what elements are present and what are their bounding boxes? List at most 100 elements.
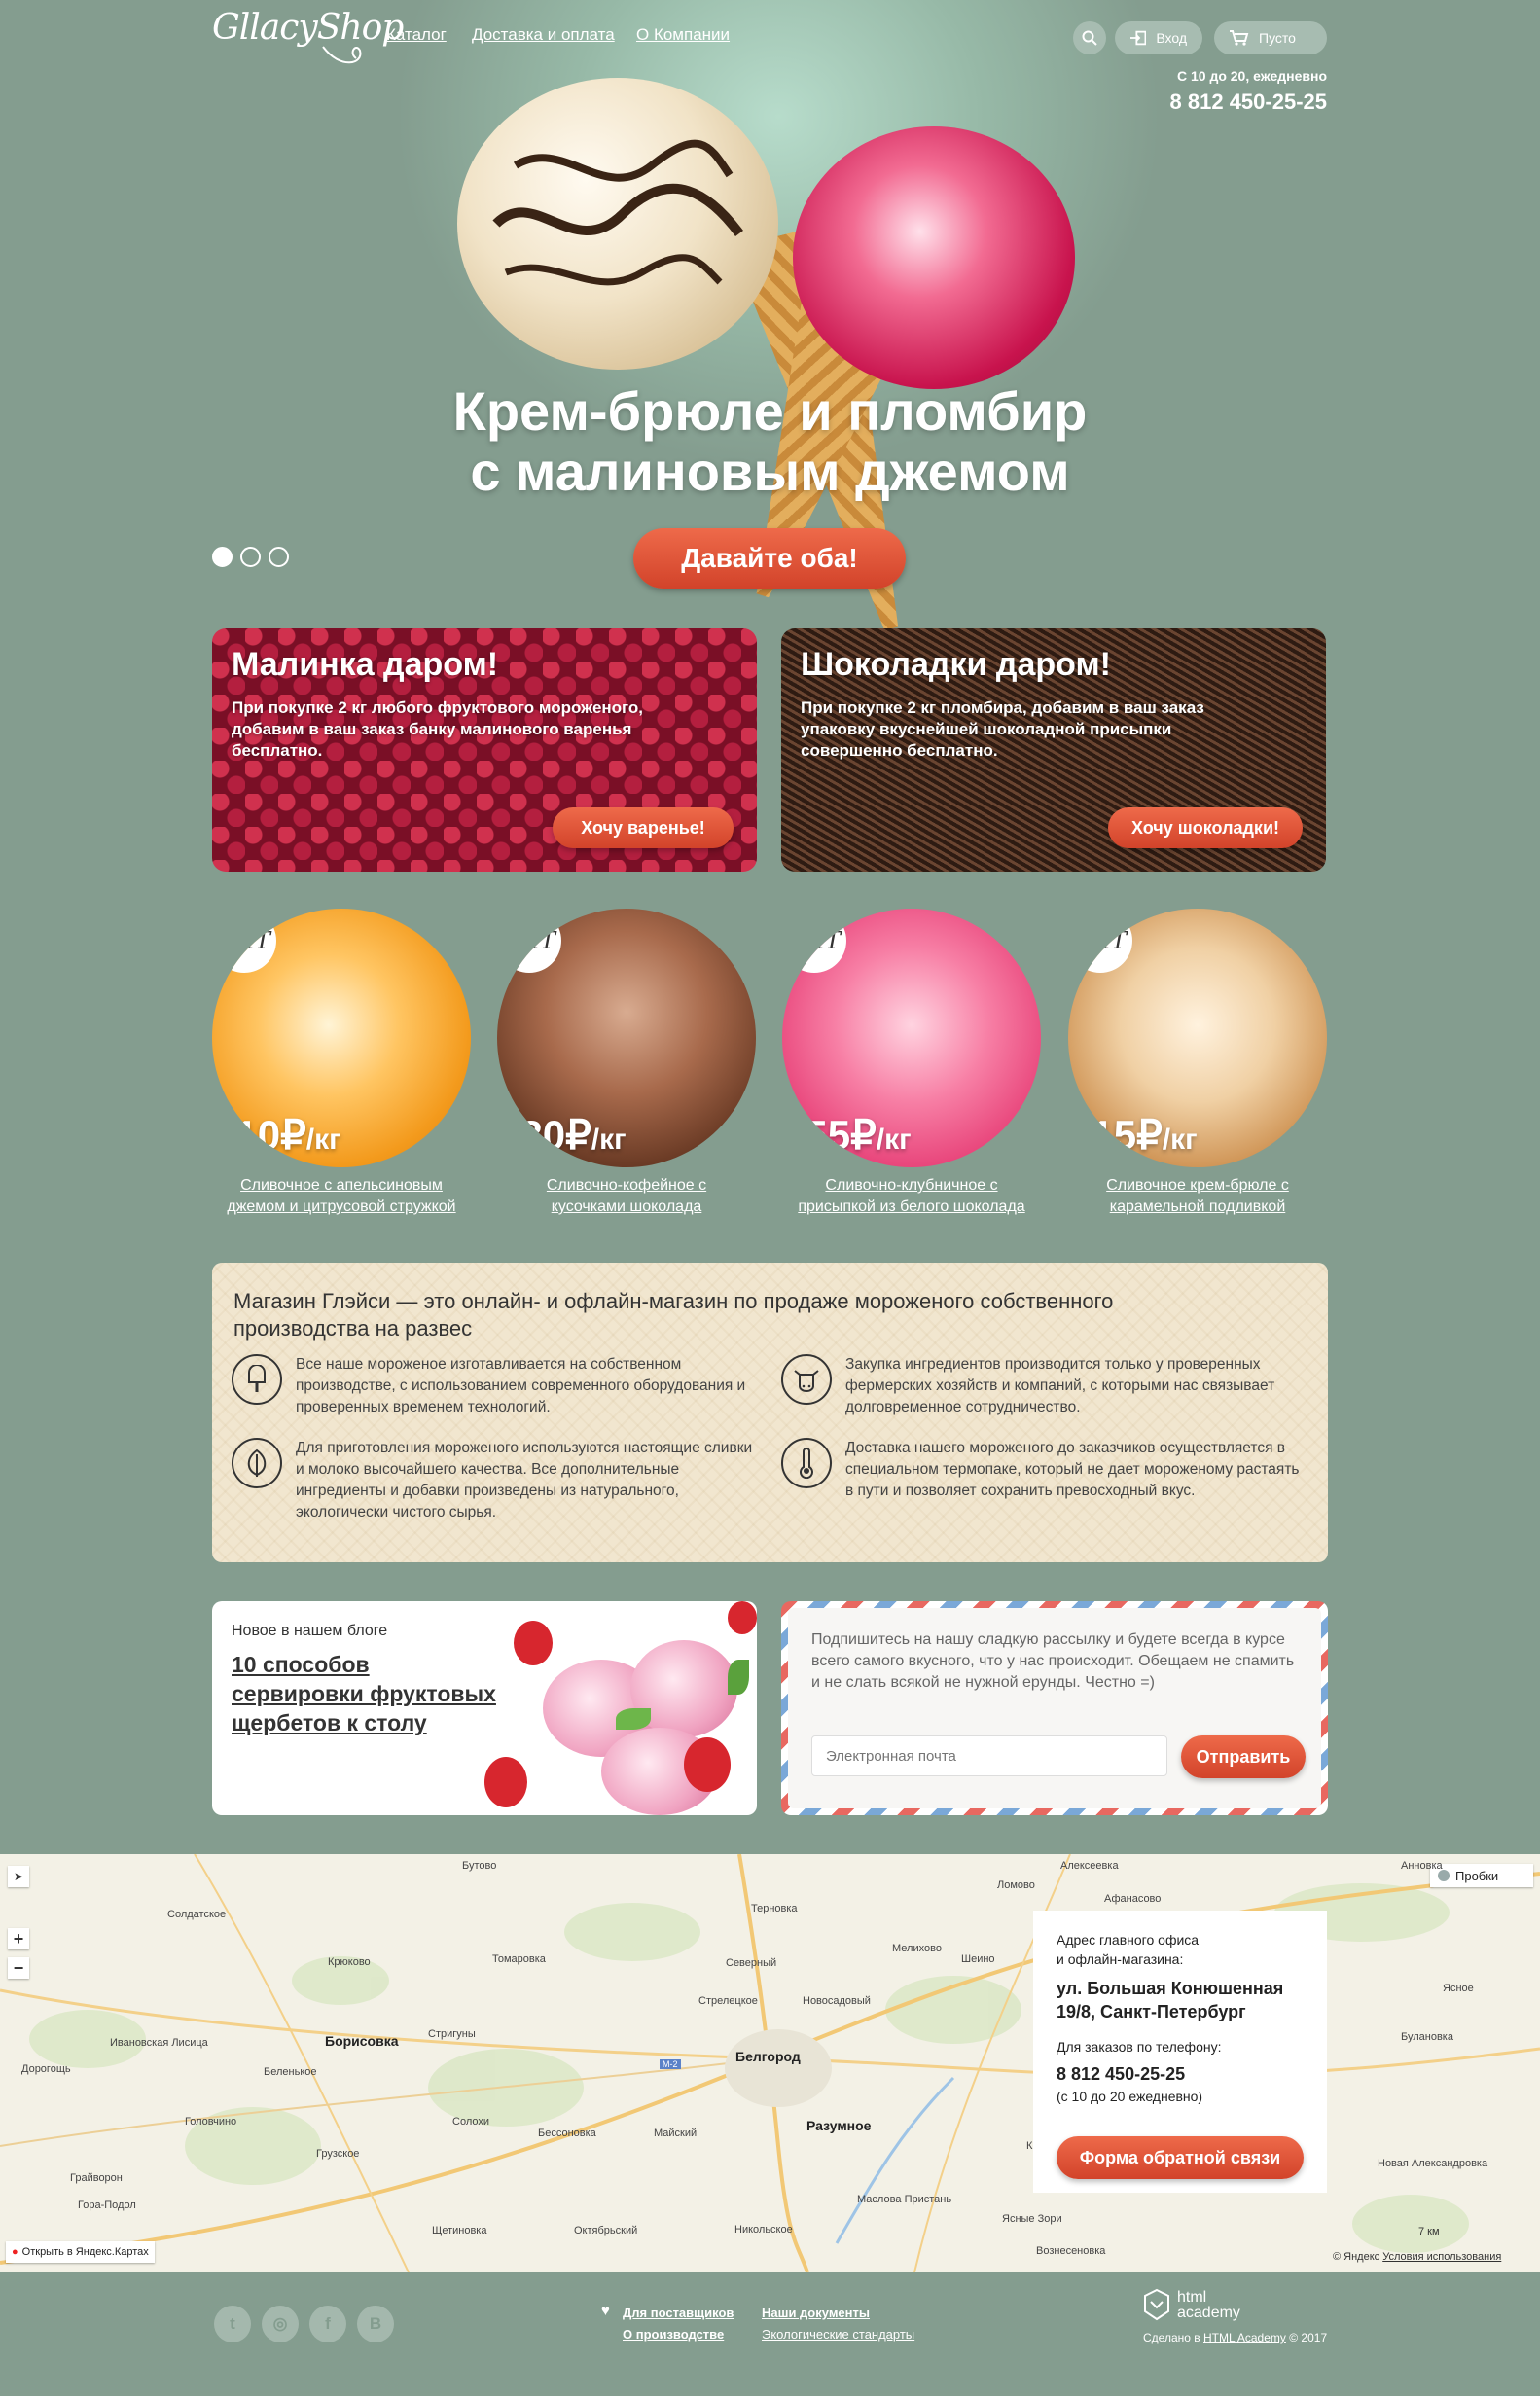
address: ул. Большая Конюшенная 19/8, Санкт-Петерб… xyxy=(1057,1979,1284,2021)
map-place-label: Бутово xyxy=(462,1860,497,1872)
map-place-label: Майский xyxy=(654,2128,698,2139)
feature-item: Все наше мороженое изготавливается на со… xyxy=(232,1354,757,1418)
map-place-label: Крюково xyxy=(328,1956,371,1968)
geolocation-button[interactable]: ➤ xyxy=(8,1866,29,1887)
map-place-label: Дорогощь xyxy=(21,2063,71,2075)
traffic-button[interactable]: Пробки xyxy=(1430,1864,1533,1887)
instagram-icon[interactable]: ◎ xyxy=(262,2306,299,2342)
hit-badge: ХИТ xyxy=(782,909,846,973)
terms-link[interactable]: Условия использования xyxy=(1382,2251,1501,2263)
feature-text: Для приготовления мороженого используютс… xyxy=(296,1440,753,1520)
promo-jam-button[interactable]: Хочу варенье! xyxy=(553,807,734,848)
map-place-label: Новая Александровка xyxy=(1378,2158,1488,2169)
zoom-out-button[interactable]: − xyxy=(8,1957,29,1979)
header-phone[interactable]: 8 812 450-25-25 xyxy=(1170,89,1327,115)
open-in-yandex-link[interactable]: ● Открыть в Яндекс.Картах xyxy=(6,2241,155,2263)
map-place-label: Грузское xyxy=(316,2148,360,2160)
blog-post-link[interactable]: 10 способов сервировки фруктовых щербето… xyxy=(232,1650,504,1737)
hero-title-line-2: с малиновым джемом xyxy=(470,441,1070,502)
product-image[interactable]: ХИТ 415₽/кг xyxy=(1068,909,1327,1167)
map-place-label: Грайворон xyxy=(70,2172,123,2184)
vk-icon[interactable]: B xyxy=(357,2306,394,2342)
work-hours: С 10 до 20, ежедневно xyxy=(1176,68,1327,84)
product-card: ХИТ 355₽/кг Сливочно-клубничное с присыпк… xyxy=(782,909,1041,1218)
twitter-icon[interactable]: t xyxy=(214,2306,251,2342)
nav-delivery[interactable]: Доставка и оплата xyxy=(472,25,615,45)
product-card: ХИТ 415₽/кг Сливочное крем-брюле с караме… xyxy=(1068,909,1327,1218)
product-image[interactable]: ХИТ 355₽/кг xyxy=(782,909,1041,1167)
map-place-label: Томаровка xyxy=(492,1953,546,1965)
hit-badge: ХИТ xyxy=(212,909,276,973)
popsicle-icon xyxy=(232,1354,282,1405)
product-name-link[interactable]: Сливочно-клубничное с присыпкой из белого… xyxy=(782,1175,1041,1218)
eco-standards-link[interactable]: Экологические стандарты xyxy=(762,2327,914,2342)
hero-cta-button[interactable]: Давайте оба! xyxy=(633,528,906,589)
product-name-link[interactable]: Сливочно-кофейное с кусочками шоколада xyxy=(497,1175,756,1218)
slider-dots xyxy=(212,547,289,567)
about-title: Магазин Глэйси — это онлайн- и офлайн-ма… xyxy=(233,1289,1114,1341)
academy-link[interactable]: HTML Academy xyxy=(1203,2331,1286,2344)
logo-swirl-icon xyxy=(322,46,362,64)
slider-dot-1[interactable] xyxy=(212,547,233,567)
facebook-icon[interactable]: f xyxy=(309,2306,346,2342)
suppliers-link[interactable]: Для поставщиков xyxy=(623,2306,734,2320)
documents-link[interactable]: Наши документы xyxy=(762,2306,870,2320)
map-place-label: Щетиновка xyxy=(432,2225,487,2236)
cart-label: Пусто xyxy=(1259,30,1296,46)
login-label: Вход xyxy=(1156,30,1187,46)
map-place-label: Анновка xyxy=(1401,1860,1443,1872)
map-place-label: Никольское xyxy=(734,2224,793,2235)
academy-logo-text: html academy xyxy=(1177,2289,1240,2321)
product-image[interactable]: ХИТ 310₽/кг xyxy=(212,909,471,1167)
product-price: 380₽/кг xyxy=(497,1112,627,1158)
map-copyright: © Яндекс Условия использования xyxy=(1333,2251,1502,2263)
map-place-label: Белгород xyxy=(735,2049,801,2064)
map-place-label: Мелихово xyxy=(892,1943,942,1954)
map-place-label: Ломово xyxy=(997,1879,1035,1891)
login-icon xyxy=(1130,30,1147,46)
login-button[interactable]: Вход xyxy=(1115,21,1202,54)
search-icon xyxy=(1082,30,1097,46)
map-scale: 7 км xyxy=(1418,2226,1440,2237)
cart-button[interactable]: Пусто xyxy=(1214,21,1327,54)
map-place-label: Октябрьский xyxy=(574,2225,638,2236)
hero-title-line-1: Крем-брюле и пломбир xyxy=(452,380,1088,442)
hit-badge: ХИТ xyxy=(1068,909,1132,973)
promo-chocolate-button[interactable]: Хочу шоколадки! xyxy=(1108,807,1303,848)
product-card: ХИТ 380₽/кг Сливочно-кофейное с кусочками… xyxy=(497,909,756,1218)
product-name-link[interactable]: Сливочное крем-брюле с карамельной подлив… xyxy=(1068,1175,1327,1218)
email-input[interactable] xyxy=(811,1735,1167,1776)
slider-dot-2[interactable] xyxy=(240,547,261,567)
address-label: Адрес главного офиса и офлайн-магазина: xyxy=(1057,1932,1200,1967)
logo[interactable]: GllacyShop xyxy=(212,8,404,48)
nav-catalog[interactable]: Каталог xyxy=(386,25,447,45)
newsletter-inner: Подпишитесь на нашу сладкую рассылку и б… xyxy=(788,1608,1321,1808)
product-name-link[interactable]: Сливочное с апельсиновым джемом и цитрусо… xyxy=(212,1175,471,1218)
map-place-label: Борисовка xyxy=(325,2033,399,2049)
map-place-label: Ясные Зори xyxy=(1002,2213,1062,2225)
map-place-label: Булановка xyxy=(1401,2031,1453,2043)
product-image[interactable]: ХИТ 380₽/кг xyxy=(497,909,756,1167)
html-academy-logo-icon xyxy=(1144,2288,1169,2321)
zoom-in-button[interactable]: + xyxy=(8,1928,29,1949)
feature-text: Закупка ингредиентов производится только… xyxy=(845,1356,1275,1415)
nav-about[interactable]: О Компании xyxy=(636,25,730,45)
map-place-label: Вознесеновка xyxy=(1036,2245,1106,2257)
hit-badge: ХИТ xyxy=(497,909,561,973)
slider-dot-3[interactable] xyxy=(269,547,289,567)
search-button[interactable] xyxy=(1073,21,1106,54)
thermometer-icon xyxy=(781,1438,832,1488)
product-price: 355₽/кг xyxy=(782,1112,912,1158)
heart-icon: ♥ xyxy=(601,2303,610,2319)
feedback-button[interactable]: Форма обратной связи xyxy=(1057,2136,1304,2179)
map-pin-icon: ● xyxy=(12,2246,18,2258)
subscribe-button[interactable]: Отправить xyxy=(1181,1735,1306,1778)
chocolate-swirl-icon xyxy=(492,139,743,286)
production-link[interactable]: О производстве xyxy=(623,2327,724,2342)
contact-phone[interactable]: 8 812 450-25-25 xyxy=(1057,2064,1304,2085)
map-place-label: Бессоновка xyxy=(538,2128,596,2139)
cow-icon xyxy=(781,1354,832,1405)
product-price: 415₽/кг xyxy=(1068,1112,1198,1158)
promo-title: Шоколадки даром! xyxy=(801,646,1111,683)
open-link-label: Открыть в Яндекс.Картах xyxy=(21,2246,149,2258)
